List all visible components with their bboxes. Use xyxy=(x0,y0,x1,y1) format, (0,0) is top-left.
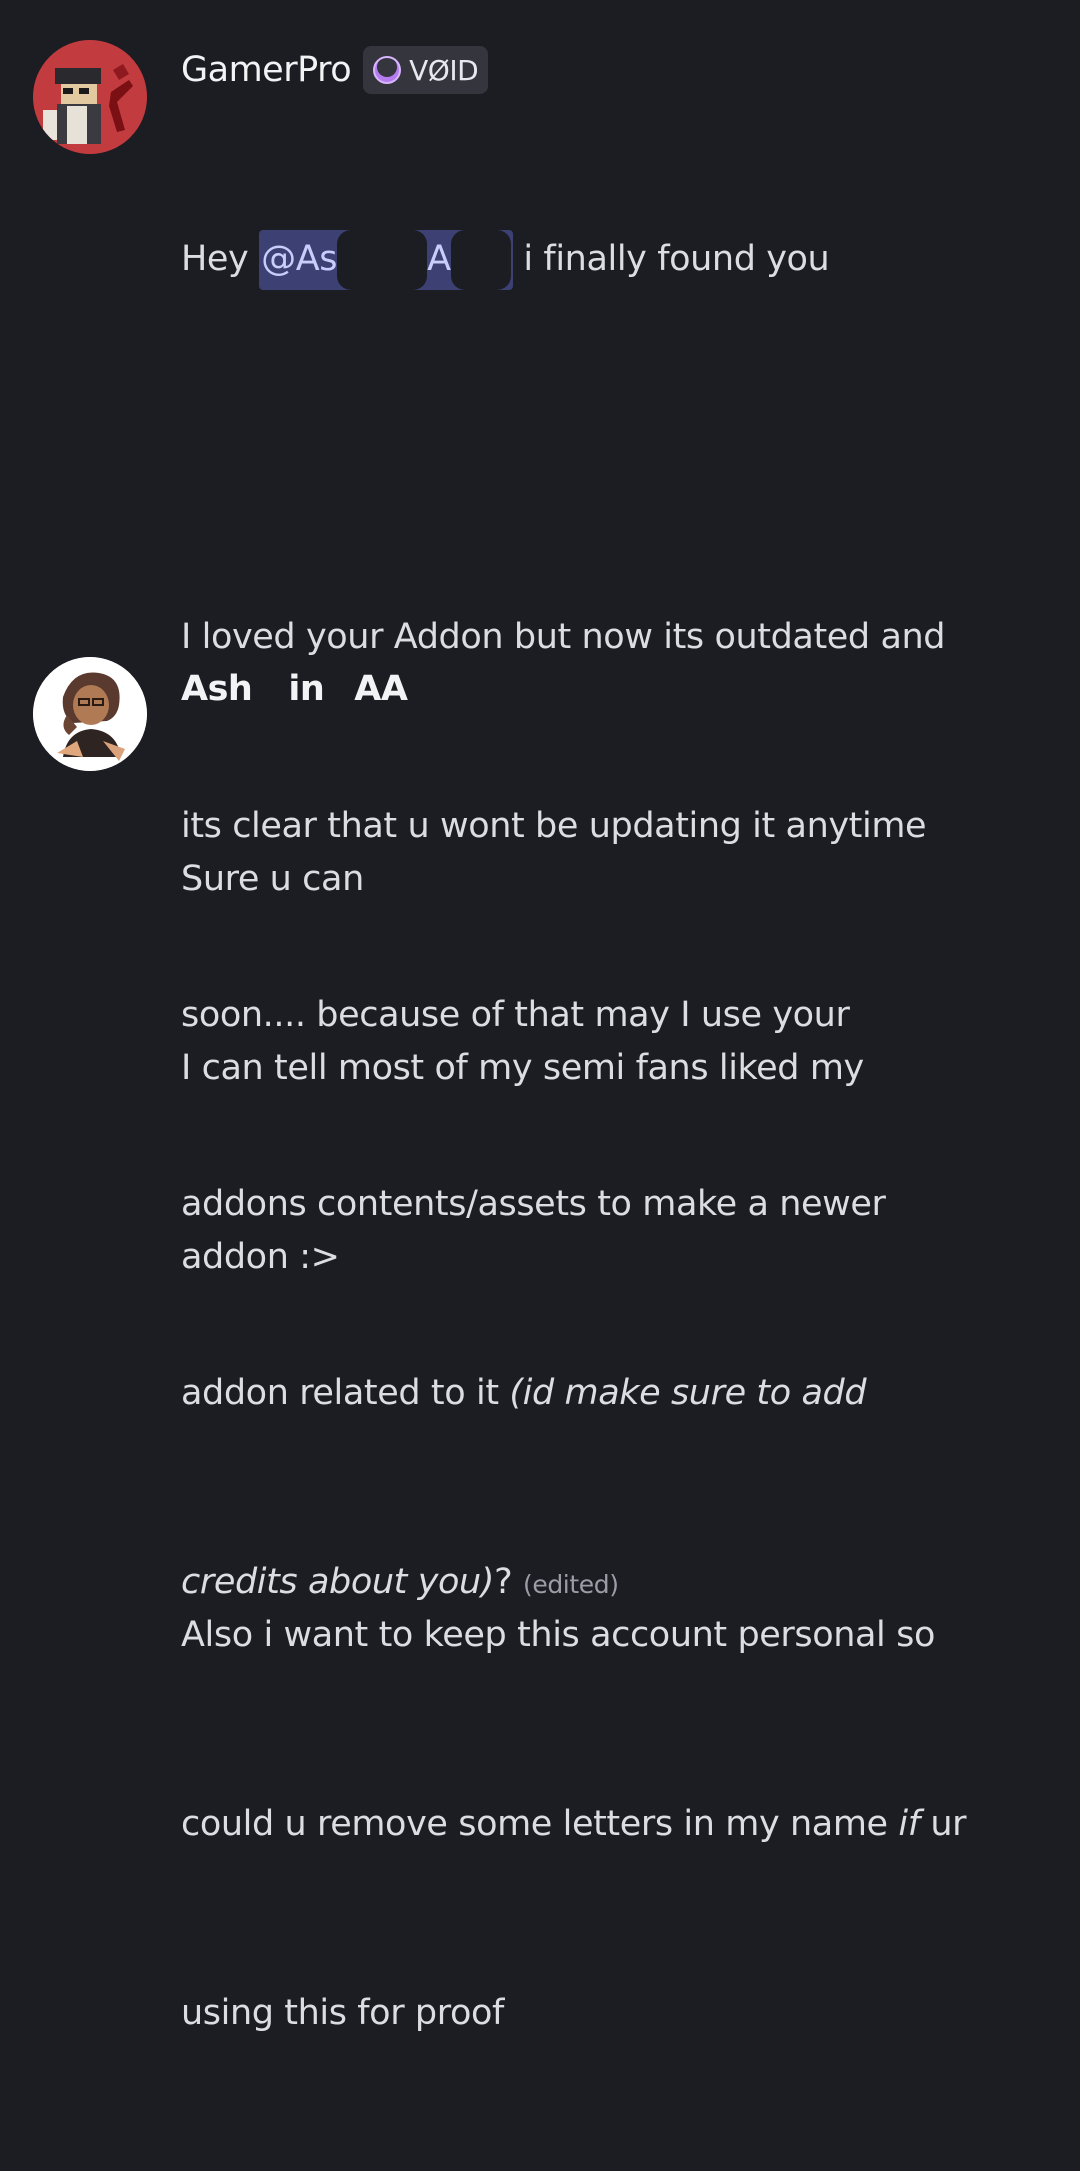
line1-rest: i finally found you xyxy=(523,239,830,279)
message-line: addon :> xyxy=(181,1237,340,1277)
text-plain: could u remove some letters in my name xyxy=(181,1804,899,1844)
username-part: AA xyxy=(354,669,408,709)
gamerpro-avatar-image xyxy=(33,40,147,154)
message-line: Hey @As A i finally found you xyxy=(181,228,1060,291)
message-line: could u remove some letters in my name i… xyxy=(181,1793,1060,1856)
text-plain: ur xyxy=(919,1804,967,1844)
username-gamerpro[interactable]: GamerPro xyxy=(181,50,352,90)
server-tag-label: VØID xyxy=(409,53,479,87)
message-line: Sure u can xyxy=(181,859,364,899)
username-part: in xyxy=(288,669,325,709)
message-body-ash: Sure u can I can tell most of my semi fa… xyxy=(181,722,1060,2171)
redaction xyxy=(252,668,289,712)
avatar-gamerpro[interactable] xyxy=(33,40,147,154)
message-line: Also i want to keep this account persona… xyxy=(181,1615,935,1655)
greeting-text: Hey xyxy=(181,239,249,279)
username-part: Ash xyxy=(181,669,253,709)
redaction xyxy=(450,230,511,290)
ash-avatar-image xyxy=(33,657,147,771)
user-mention[interactable]: @As A xyxy=(259,230,513,290)
redaction xyxy=(337,230,428,290)
mention-text-mid: A xyxy=(427,239,451,279)
mention-text-start: @As xyxy=(261,239,338,279)
redaction xyxy=(324,668,355,712)
message-line: I can tell most of my semi fans liked my xyxy=(181,1048,864,1088)
purple-moon-icon xyxy=(373,56,402,84)
avatar-ash[interactable] xyxy=(33,657,147,771)
text-italic: if xyxy=(898,1804,920,1844)
username-ash[interactable]: Ash in AA xyxy=(181,668,408,712)
server-tag[interactable]: VØID xyxy=(363,46,489,94)
message-line: using this for proof xyxy=(181,1993,504,2033)
